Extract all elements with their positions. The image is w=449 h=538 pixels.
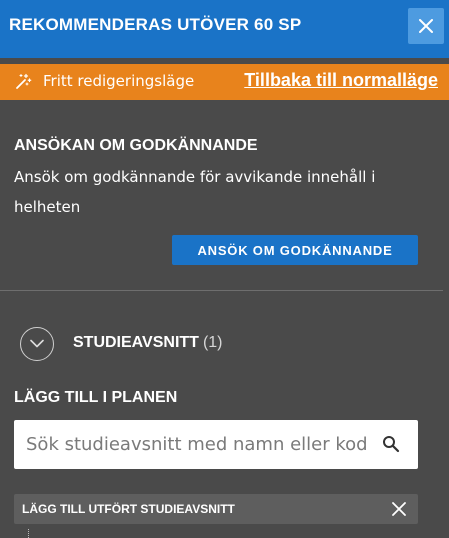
scroll-indicator xyxy=(28,529,31,538)
section-divider xyxy=(0,290,443,291)
add-completed-study-section-label: LÄGG TILL UTFÖRT STUDIEAVSNITT xyxy=(22,502,235,516)
close-panel-button[interactable] xyxy=(408,8,444,44)
add-to-plan-heading: LÄGG TILL I PLANEN xyxy=(14,389,178,406)
add-completed-study-section-bar: LÄGG TILL UTFÖRT STUDIEAVSNITT xyxy=(14,494,418,524)
study-sections-toggle[interactable] xyxy=(20,327,54,361)
back-to-normal-mode-link[interactable]: Tillbaka till normalläge xyxy=(244,70,438,91)
panel-title: REKOMMENDERAS UTÖVER 60 SP xyxy=(9,15,302,34)
chevron-down-icon xyxy=(30,339,44,348)
edit-mode-label: Fritt redigeringsläge xyxy=(43,72,195,90)
study-section-search xyxy=(14,420,418,469)
close-icon xyxy=(392,502,406,516)
study-sections-label: STUDIEAVSNITT xyxy=(73,334,199,351)
approval-section-description: Ansök om godkännande för avvikande inneh… xyxy=(14,168,376,216)
edit-mode-bar: Fritt redigeringsläge Tillbaka till norm… xyxy=(0,64,449,100)
panel-header: REKOMMENDERAS UTÖVER 60 SP xyxy=(0,0,449,58)
search-icon[interactable] xyxy=(382,435,400,453)
close-completed-section-button[interactable] xyxy=(391,501,407,517)
close-icon xyxy=(419,19,433,33)
study-sections-count: (1) xyxy=(202,334,223,351)
magic-wand-icon xyxy=(16,73,32,89)
study-section-search-input[interactable] xyxy=(14,420,369,469)
study-sections-heading: STUDIEAVSNITT (1) xyxy=(73,334,223,352)
approval-section-title: ANSÖKAN OM GODKÄNNANDE xyxy=(14,137,258,154)
apply-for-approval-button[interactable]: ANSÖK OM GODKÄNNANDE xyxy=(172,235,418,265)
plan-side-panel: REKOMMENDERAS UTÖVER 60 SP Fritt rediger… xyxy=(0,0,449,538)
